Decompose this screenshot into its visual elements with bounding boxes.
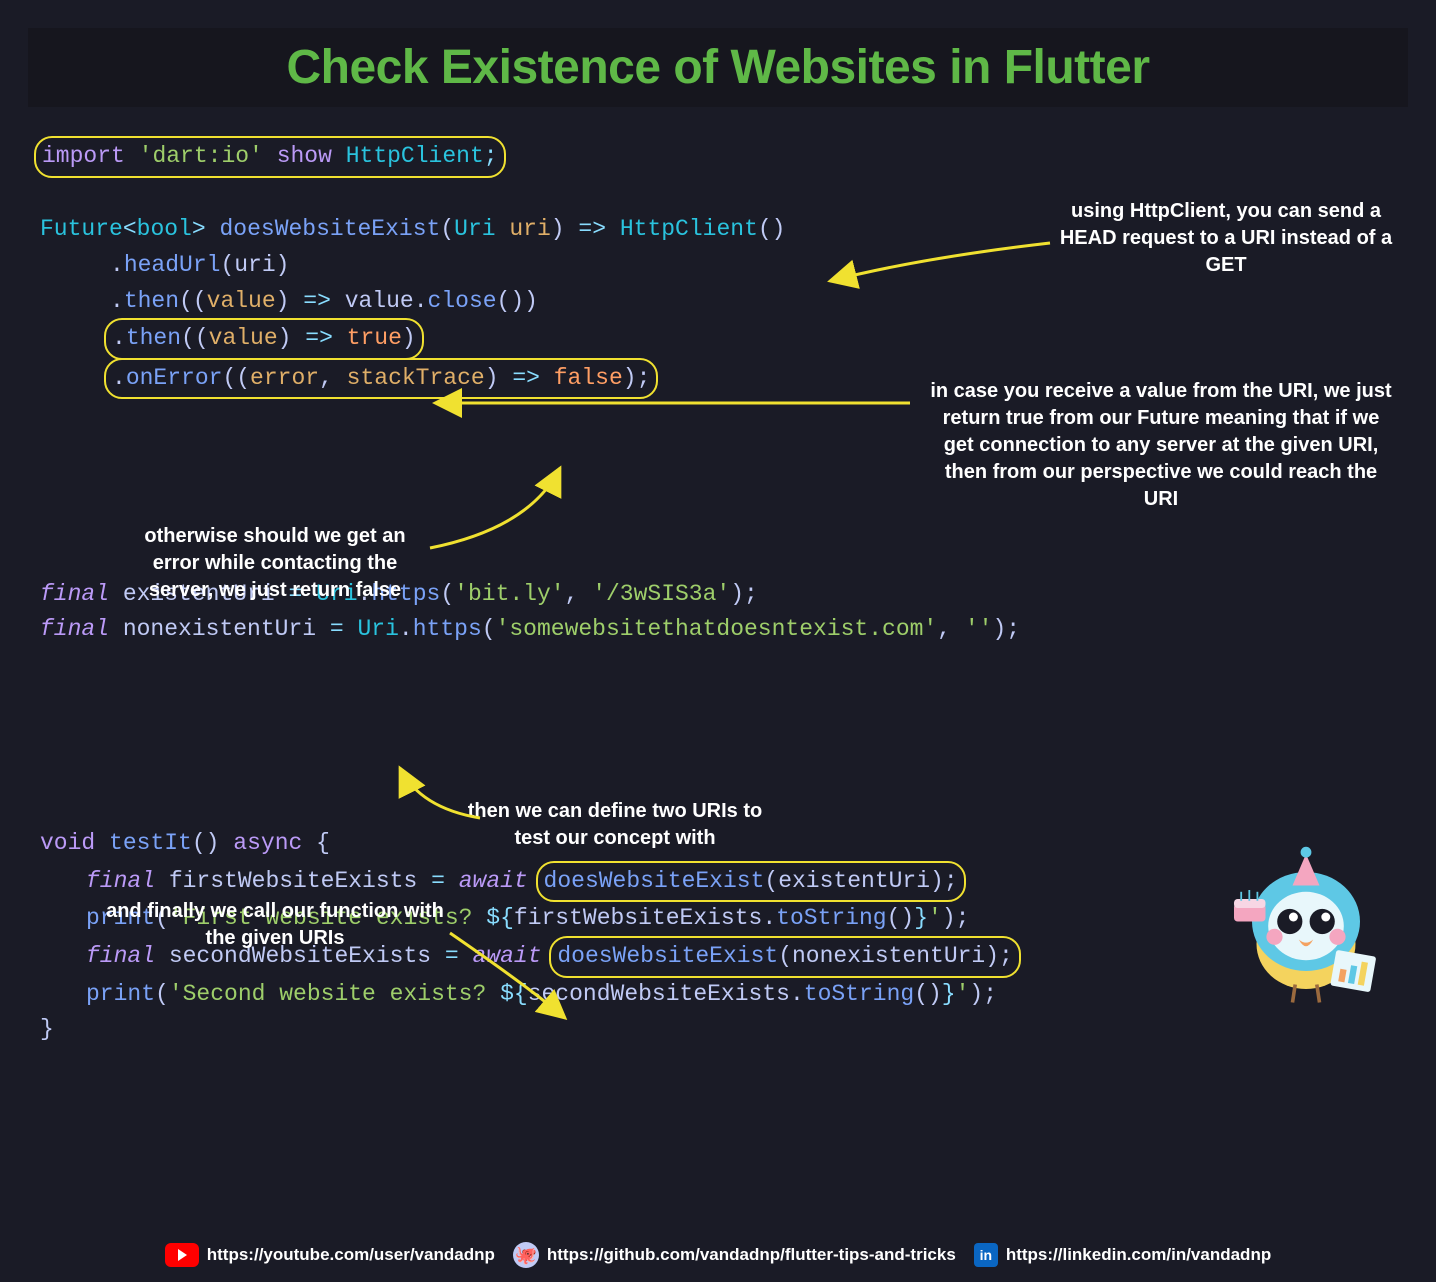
- annotation-httpclient: using HttpClient, you can send a HEAD re…: [1056, 198, 1396, 279]
- string-bitly: 'bit.ly': [454, 581, 564, 607]
- tmpl-first: firstWebsiteExists: [514, 905, 762, 931]
- footer-youtube-text: https://youtube.com/user/vandadnp: [207, 1245, 495, 1265]
- method-tostring2: toString: [804, 981, 914, 1007]
- footer-youtube[interactable]: https://youtube.com/user/vandadnp: [165, 1243, 495, 1267]
- param-stacktrace: stackTrace: [347, 365, 485, 391]
- keyword-await2: await: [473, 943, 542, 969]
- keyword-final2: final: [40, 616, 109, 642]
- var-value: value: [345, 288, 414, 314]
- keyword-final3: final: [86, 868, 155, 894]
- code-line-closebrace: }: [40, 1012, 1396, 1048]
- page-title: Check Existence of Websites in Flutter: [48, 40, 1388, 95]
- call-doeswebsiteexist2: doesWebsiteExist: [557, 943, 778, 969]
- annotation-return-false: otherwise should we get an error while c…: [120, 523, 430, 604]
- fn-doeswebsiteexist: doesWebsiteExist: [219, 216, 440, 242]
- type-bool: bool: [137, 216, 192, 242]
- method-headurl: headUrl: [124, 252, 221, 278]
- fn-testit: testIt: [109, 830, 192, 856]
- code-line-print2: print('Second website exists? ${secondWe…: [40, 977, 1396, 1013]
- keyword-final1: final: [40, 581, 109, 607]
- mascot-icon: [1216, 836, 1396, 1016]
- linkedin-icon: in: [974, 1243, 998, 1267]
- footer: https://youtube.com/user/vandadnp 🐙 http…: [0, 1242, 1436, 1268]
- arg-uri: uri: [234, 252, 275, 278]
- keyword-show: show: [277, 143, 332, 169]
- github-icon: 🐙: [513, 1242, 539, 1268]
- type-uri: Uri: [454, 216, 495, 242]
- footer-github[interactable]: 🐙 https://github.com/vandadnp/flutter-ti…: [513, 1242, 956, 1268]
- method-tostring1: toString: [776, 905, 886, 931]
- class-httpclient2: HttpClient: [620, 216, 758, 242]
- youtube-icon: [165, 1243, 199, 1267]
- keyword-await1: await: [459, 868, 528, 894]
- type-uri3: Uri: [358, 616, 399, 642]
- method-then2: then: [126, 325, 181, 351]
- arg-nonexistenturi: nonexistentUri: [792, 943, 985, 969]
- string-second: 'Second website exists?: [169, 981, 500, 1007]
- var-firstexists: firstWebsiteExists: [169, 868, 417, 894]
- call-doeswebsiteexist1: doesWebsiteExist: [544, 868, 765, 894]
- keyword-async: async: [233, 830, 302, 856]
- annotation-two-uris: then we can define two URIs to test our …: [450, 798, 780, 852]
- code-line-then1: .then((value) => value.close()): [40, 284, 1396, 320]
- method-onerror: onError: [126, 365, 223, 391]
- string-bitly-path: '/3wSIS3a': [592, 581, 730, 607]
- keyword-void: void: [40, 830, 95, 856]
- keyword-import: import: [42, 143, 125, 169]
- param-error: error: [250, 365, 319, 391]
- code-line-then2: .then((value) => true): [40, 319, 1396, 359]
- arg-existenturi: existentUri: [778, 868, 930, 894]
- type-future: Future: [40, 216, 123, 242]
- method-close: close: [428, 288, 497, 314]
- var-nonexistenturi: nonexistentUri: [123, 616, 316, 642]
- param-value1: value: [207, 288, 276, 314]
- annotation-call-fn: and finally we call our function with th…: [100, 898, 450, 952]
- param-value2: value: [209, 325, 278, 351]
- fn-print2: print: [86, 981, 155, 1007]
- code-line-nonexistent: final nonexistentUri = Uri.https('somewe…: [40, 612, 1396, 648]
- param-uri: uri: [509, 216, 550, 242]
- string-dartio: 'dart:io': [139, 143, 263, 169]
- tmpl-second: secondWebsiteExists: [528, 981, 790, 1007]
- class-httpclient: HttpClient: [346, 143, 484, 169]
- footer-linkedin-text: https://linkedin.com/in/vandadnp: [1006, 1245, 1271, 1265]
- string-nonexistent: 'somewebsitethatdoesntexist.com': [496, 616, 938, 642]
- string-empty: '': [965, 616, 993, 642]
- const-false: false: [554, 365, 623, 391]
- method-then1: then: [124, 288, 179, 314]
- annotation-return-true: in case you receive a value from the URI…: [926, 378, 1396, 513]
- footer-github-text: https://github.com/vandadnp/flutter-tips…: [547, 1245, 956, 1265]
- title-bar: Check Existence of Websites in Flutter: [28, 28, 1408, 107]
- const-true: true: [347, 325, 402, 351]
- method-https2: https: [413, 616, 482, 642]
- code-line-first: final firstWebsiteExists = await doesWeb…: [40, 862, 1396, 902]
- footer-linkedin[interactable]: in https://linkedin.com/in/vandadnp: [974, 1243, 1271, 1267]
- code-line-import: import 'dart:io' show HttpClient;: [40, 137, 1396, 177]
